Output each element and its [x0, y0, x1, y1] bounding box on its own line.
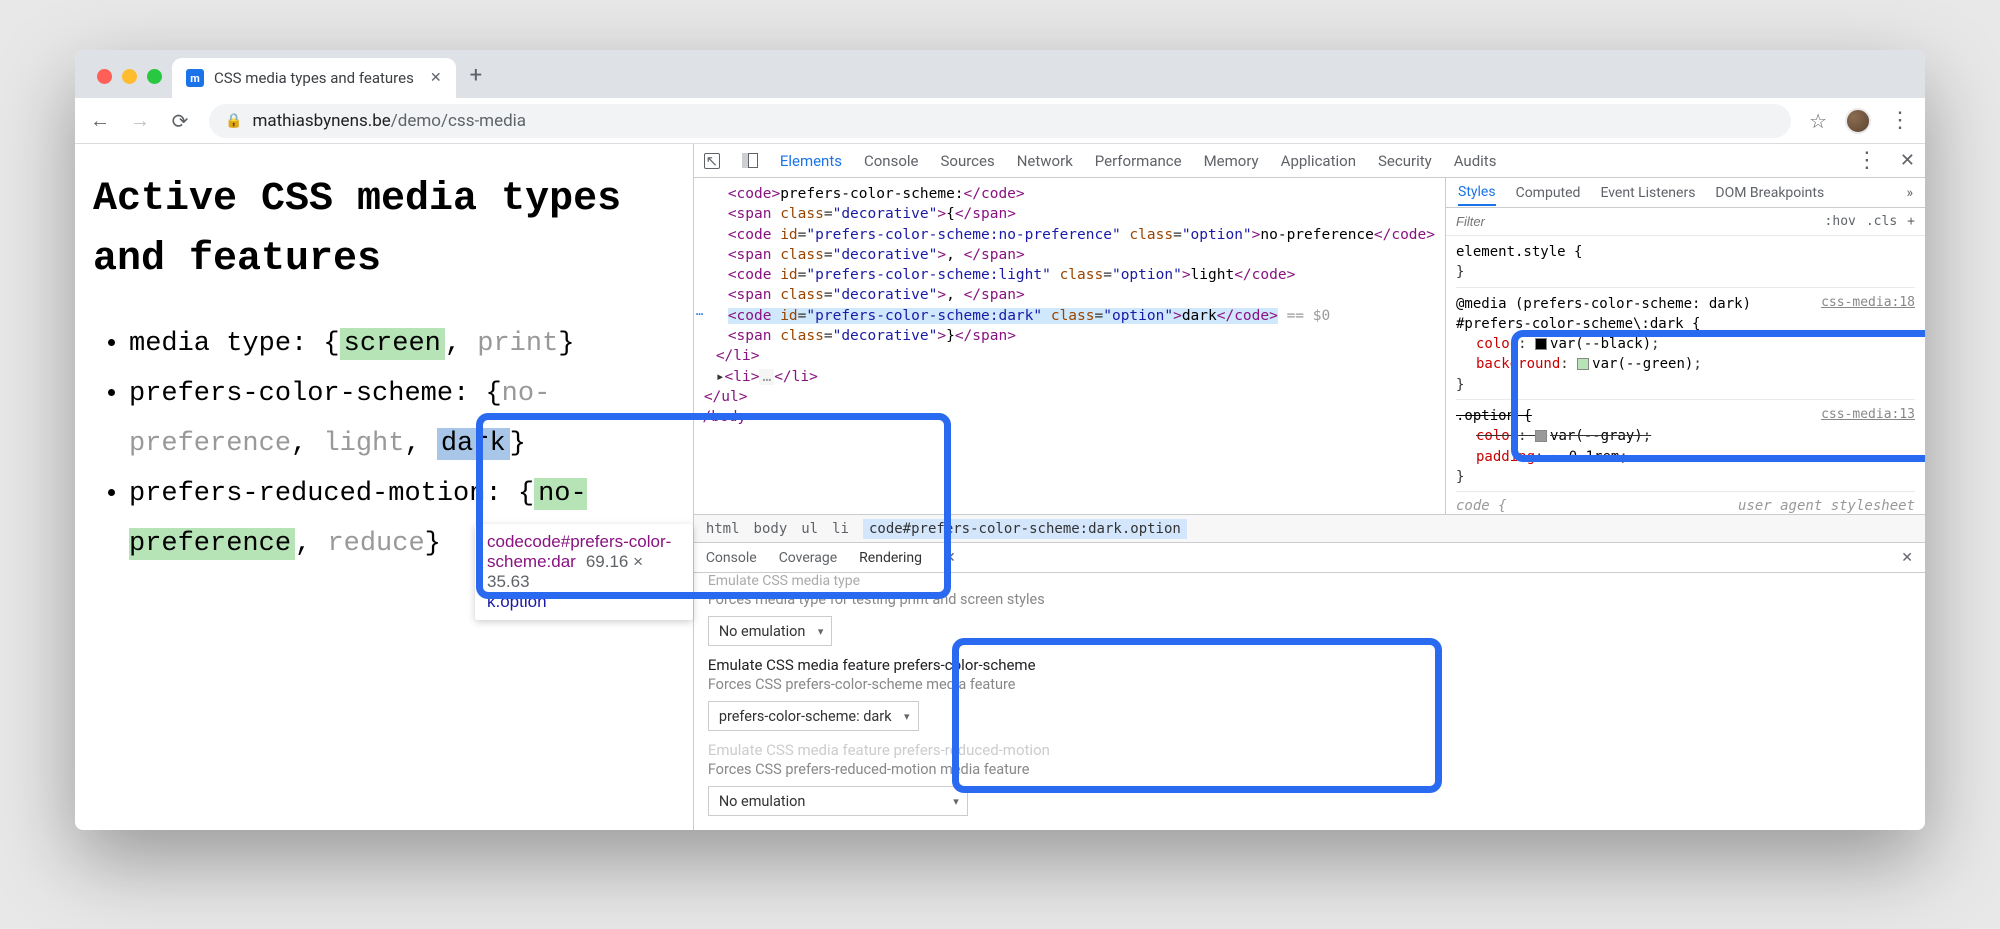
- lock-icon: 🔒: [225, 113, 242, 129]
- url-path: /demo/css-media: [391, 111, 526, 131]
- page-content: Active CSS media types and features medi…: [75, 144, 693, 830]
- devtools-menu-icon[interactable]: ⋮: [1856, 148, 1878, 173]
- list-item: prefers-color-scheme: {no-preference, li…: [129, 370, 675, 470]
- address-bar[interactable]: 🔒 mathiasbynens.be/demo/css-media: [209, 104, 1791, 138]
- css-rule[interactable]: user agent stylesheet code {: [1456, 496, 1915, 514]
- inspect-tooltip: codecode#prefers-color-scheme:dar69.16 ×…: [475, 524, 693, 620]
- window-close-button[interactable]: [97, 69, 112, 84]
- source-link[interactable]: css-media:13: [1821, 406, 1915, 425]
- forward-button[interactable]: →: [129, 108, 151, 133]
- styles-filter-input[interactable]: [1456, 214, 1815, 229]
- section-subtitle: Forces CSS prefers-reduced-motion media …: [708, 761, 1911, 778]
- section-title-cut: Emulate CSS media feature prefers-reduce…: [708, 741, 1911, 759]
- drawer-tab-rendering[interactable]: Rendering: [859, 550, 922, 566]
- computed-tab[interactable]: Computed: [1516, 185, 1581, 201]
- tab-performance[interactable]: Performance: [1095, 152, 1182, 170]
- url-host: mathiasbynens.be: [252, 111, 390, 131]
- favicon-icon: m: [186, 69, 204, 87]
- tab-audits[interactable]: Audits: [1454, 152, 1497, 170]
- tab-console[interactable]: Console: [864, 152, 919, 170]
- tab-sources[interactable]: Sources: [940, 152, 994, 170]
- drawer-tab-console[interactable]: Console: [706, 550, 757, 566]
- more-tabs-icon[interactable]: »: [1906, 185, 1913, 201]
- drawer-tab-close-icon[interactable]: ✕: [944, 550, 956, 566]
- inspect-element-icon[interactable]: ↖: [704, 153, 720, 169]
- dom-breakpoints-tab[interactable]: DOM Breakpoints: [1715, 185, 1824, 201]
- prefers-color-scheme-select[interactable]: prefers-color-scheme: dark: [708, 701, 919, 731]
- tab-elements[interactable]: Elements: [780, 152, 842, 170]
- drawer-tab-coverage[interactable]: Coverage: [779, 550, 837, 566]
- option-dark-selected: dark: [437, 428, 510, 460]
- tab-close-icon[interactable]: ✕: [430, 70, 442, 86]
- list-item: media type: {screen, print}: [129, 320, 675, 370]
- devtools-drawer: Console Coverage Rendering ✕ ✕ Emulate C…: [694, 542, 1925, 830]
- reload-button[interactable]: ⟳: [169, 109, 191, 133]
- styles-panel: Styles Computed Event Listeners DOM Brea…: [1445, 178, 1925, 514]
- section-title-cut: Emulate CSS media type: [708, 573, 1911, 589]
- hov-toggle[interactable]: :hov: [1825, 214, 1856, 229]
- elements-tree[interactable]: <code>prefers-color-scheme:</code> <span…: [694, 178, 1445, 514]
- devtools-panel: ↖ Elements Console Sources Network Perfo…: [693, 144, 1925, 830]
- new-tab-button[interactable]: +: [456, 63, 496, 98]
- css-rule[interactable]: element.style { }: [1456, 240, 1915, 288]
- devtools-close-icon[interactable]: ✕: [1900, 150, 1915, 171]
- toolbar: ← → ⟳ 🔒 mathiasbynens.be/demo/css-media …: [75, 98, 1925, 144]
- browser-tab[interactable]: m CSS media types and features ✕: [172, 58, 456, 98]
- profile-avatar[interactable]: [1845, 108, 1871, 134]
- option-active: screen: [340, 328, 445, 360]
- tab-memory[interactable]: Memory: [1204, 152, 1259, 170]
- media-type-select[interactable]: No emulation: [708, 616, 833, 646]
- tab-title: CSS media types and features: [214, 69, 414, 87]
- window-minimize-button[interactable]: [122, 69, 137, 84]
- window-maximize-button[interactable]: [147, 69, 162, 84]
- section-subtitle: Forces CSS prefers-color-scheme media fe…: [708, 676, 1911, 693]
- styles-tab[interactable]: Styles: [1458, 184, 1496, 206]
- page-heading: Active CSS media types and features: [93, 170, 675, 290]
- cls-toggle[interactable]: .cls: [1866, 214, 1897, 229]
- browser-tab-bar: m CSS media types and features ✕ +: [75, 50, 1925, 98]
- device-toolbar-icon[interactable]: [742, 153, 758, 168]
- section-title: Emulate CSS media feature prefers-color-…: [708, 656, 1911, 674]
- css-rule[interactable]: css-media:13 .option { color: var(--gray…: [1456, 404, 1915, 492]
- browser-menu-icon[interactable]: ⋮: [1889, 108, 1911, 133]
- event-listeners-tab[interactable]: Event Listeners: [1600, 185, 1695, 201]
- tab-network[interactable]: Network: [1017, 152, 1073, 170]
- tab-application[interactable]: Application: [1281, 152, 1356, 170]
- back-button[interactable]: ←: [89, 108, 111, 133]
- tab-security[interactable]: Security: [1378, 152, 1432, 170]
- css-rule-media[interactable]: css-media:18 @media (prefers-color-schem…: [1456, 292, 1915, 400]
- elements-breadcrumb[interactable]: html body ul li code#prefers-color-schem…: [694, 514, 1925, 542]
- source-link[interactable]: css-media:18: [1821, 294, 1915, 313]
- prefers-reduced-motion-select[interactable]: No emulation: [708, 786, 968, 816]
- bookmark-icon[interactable]: ☆: [1809, 109, 1827, 133]
- section-subtitle: Forces media type for testing print and …: [708, 591, 1911, 608]
- new-rule-button[interactable]: +: [1907, 214, 1915, 229]
- devtools-main-tabs: ↖ Elements Console Sources Network Perfo…: [694, 144, 1925, 178]
- drawer-close-icon[interactable]: ✕: [1901, 550, 1913, 566]
